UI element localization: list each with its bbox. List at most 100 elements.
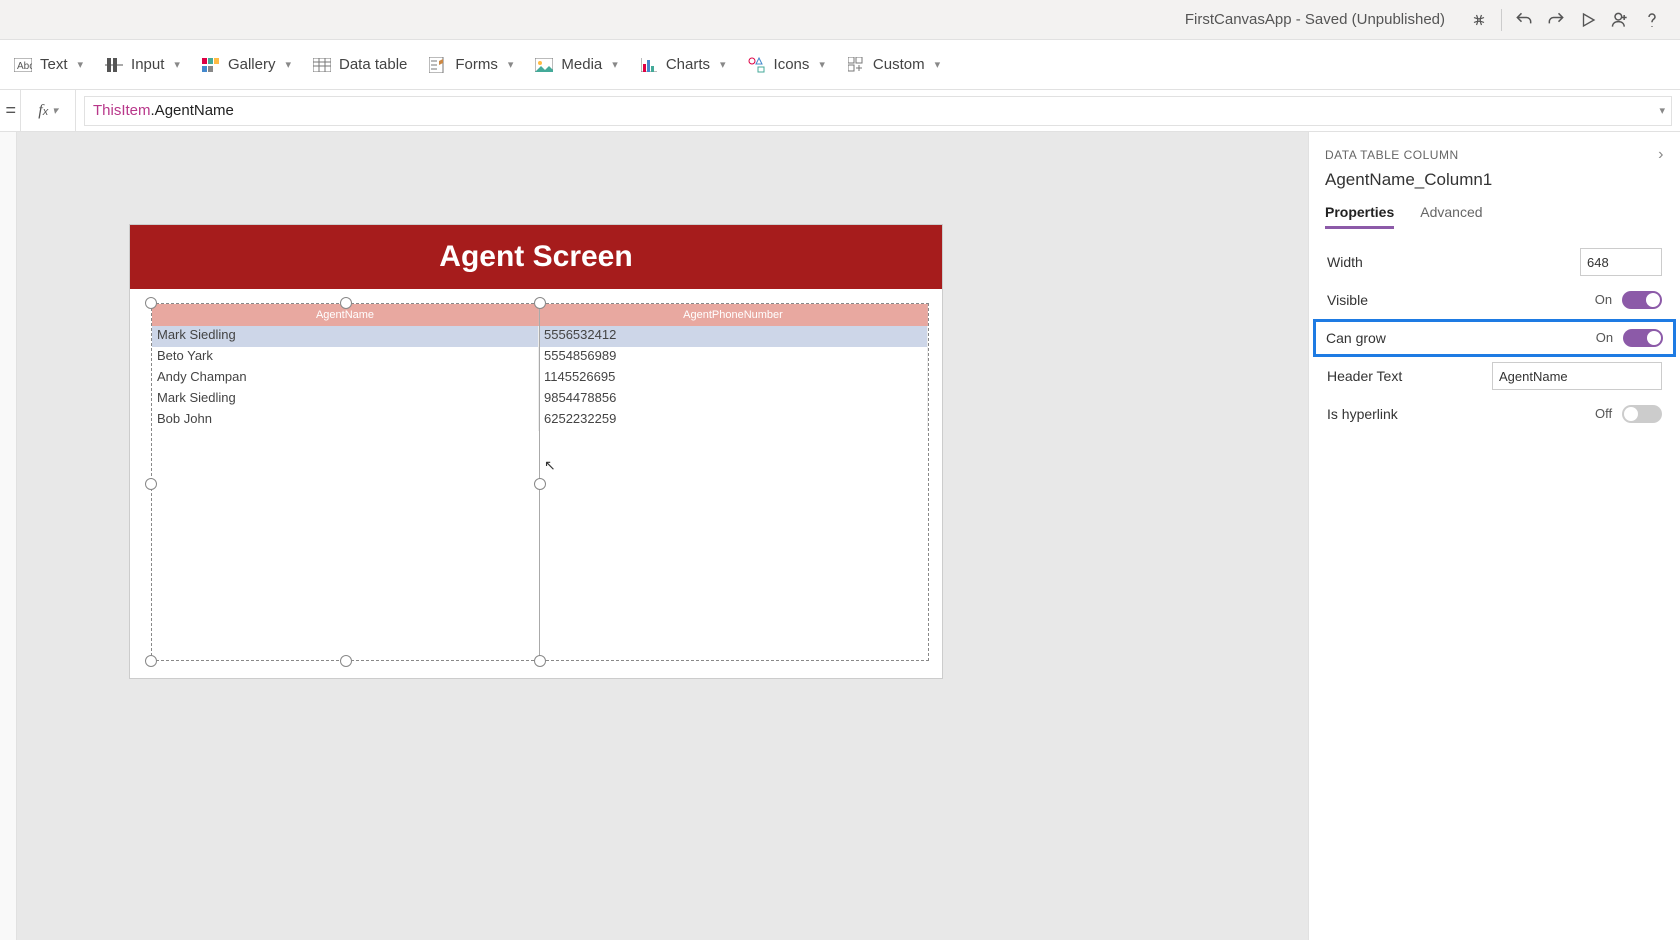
gallery-label: Gallery [228, 56, 276, 73]
resize-handle[interactable] [145, 478, 157, 490]
person-icon[interactable] [1604, 4, 1636, 36]
custom-icon [847, 56, 865, 74]
resize-handle[interactable] [534, 297, 546, 309]
play-icon[interactable] [1572, 4, 1604, 36]
forms-button[interactable]: Forms ▾ [429, 56, 513, 74]
redo-icon[interactable] [1540, 4, 1572, 36]
chevron-down-icon: ▾ [612, 58, 618, 71]
input-icon [105, 56, 123, 74]
custom-button[interactable]: Custom ▾ [847, 56, 940, 74]
table-row[interactable]: Bob John 6252232259 [152, 410, 928, 431]
gallery-button[interactable]: Gallery ▾ [202, 56, 291, 74]
table-row[interactable]: Mark Siedling 9854478856 [152, 389, 928, 410]
cangrow-label: Can grow [1326, 330, 1386, 346]
property-row-header-text: Header Text [1325, 357, 1664, 395]
column-header-agentphonenumber[interactable]: AgentPhoneNumber [539, 304, 928, 326]
custom-label: Custom [873, 56, 925, 73]
headertext-label: Header Text [1327, 368, 1402, 384]
fx-dropdown[interactable]: fx▾ [20, 90, 76, 131]
separator [1501, 9, 1502, 31]
resize-handle[interactable] [340, 297, 352, 309]
panel-tabs: Properties Advanced [1325, 204, 1664, 229]
tab-properties[interactable]: Properties [1325, 204, 1394, 229]
cangrow-state: On [1596, 330, 1613, 345]
cursor-icon: ↖ [544, 457, 556, 474]
forms-icon [429, 56, 447, 74]
insert-toolbar: Abc Text ▾ Input ▾ Gallery ▾ Data table … [0, 40, 1680, 90]
cell-phone: 9854478856 [539, 389, 928, 410]
cell-name: Andy Champan [152, 368, 539, 389]
cangrow-toggle[interactable] [1623, 329, 1663, 347]
equals-icon: = [0, 100, 20, 121]
data-table-control[interactable]: AgentName AgentPhoneNumber Mark Siedling… [151, 303, 929, 661]
resize-handle[interactable] [534, 655, 546, 667]
headertext-input[interactable] [1492, 362, 1662, 390]
table-row[interactable]: Andy Champan 1145526695 [152, 368, 928, 389]
cell-name: Bob John [152, 410, 539, 431]
media-label: Media [561, 56, 602, 73]
cell-phone: 1145526695 [539, 368, 928, 389]
undo-icon[interactable] [1508, 4, 1540, 36]
property-row-visible: Visible On [1325, 281, 1664, 319]
chevron-down-icon: ▾ [52, 104, 58, 117]
datatable-icon [313, 56, 331, 74]
width-input[interactable] [1580, 248, 1662, 276]
media-button[interactable]: Media ▾ [535, 56, 617, 74]
hyperlink-state: Off [1595, 406, 1612, 421]
chevron-right-icon[interactable]: › [1658, 146, 1664, 164]
input-button[interactable]: Input ▾ [105, 56, 180, 74]
formula-thisitem: ThisItem [93, 102, 151, 119]
control-name: AgentName_Column1 [1325, 170, 1664, 190]
left-rail [0, 132, 17, 940]
help-icon[interactable] [1636, 4, 1668, 36]
panel-category: DATA TABLE COLUMN › [1325, 146, 1664, 164]
app-title: FirstCanvasApp - Saved (Unpublished) [1185, 11, 1445, 28]
visible-toggle[interactable] [1622, 291, 1662, 309]
property-row-is-hyperlink: Is hyperlink Off [1325, 395, 1664, 433]
datatable-button[interactable]: Data table [313, 56, 407, 74]
icons-label: Icons [774, 56, 810, 73]
media-icon [535, 56, 553, 74]
canvas[interactable]: Agent Screen AgentName AgentPhoneNumber … [17, 132, 1308, 940]
chevron-down-icon: ▾ [935, 58, 941, 71]
cell-phone: 5554856989 [539, 347, 928, 368]
screen-title: Agent Screen [130, 225, 942, 289]
app-checker-icon[interactable] [1463, 4, 1495, 36]
chevron-down-icon: ▾ [819, 58, 825, 71]
charts-label: Charts [666, 56, 710, 73]
text-button[interactable]: Abc Text ▾ [14, 56, 83, 74]
text-label: Text [40, 56, 68, 73]
svg-text:Abc: Abc [17, 61, 32, 72]
charts-icon [640, 56, 658, 74]
visible-state: On [1595, 292, 1612, 307]
formula-bar: = fx▾ ThisItem.AgentName ▾ [0, 90, 1680, 132]
tab-advanced[interactable]: Advanced [1420, 204, 1482, 229]
chevron-down-icon: ▾ [285, 58, 291, 71]
chevron-down-icon: ▾ [174, 58, 180, 71]
forms-label: Forms [455, 56, 498, 73]
property-row-width: Width [1325, 243, 1664, 281]
resize-handle[interactable] [145, 655, 157, 667]
table-row[interactable]: Mark Siedling 5556532412 [152, 326, 928, 347]
formula-input[interactable]: ThisItem.AgentName ▾ [84, 96, 1672, 126]
chevron-down-icon[interactable]: ▾ [1659, 104, 1665, 117]
resize-handle[interactable] [145, 297, 157, 309]
table-row[interactable]: Beto Yark 5554856989 [152, 347, 928, 368]
gallery-icon [202, 56, 220, 74]
charts-button[interactable]: Charts ▾ [640, 56, 726, 74]
resize-handle[interactable] [534, 478, 546, 490]
property-row-can-grow: Can grow On [1313, 319, 1676, 357]
cell-name: Mark Siedling [152, 326, 539, 347]
datatable-label: Data table [339, 56, 407, 73]
formula-prop: .AgentName [151, 102, 234, 119]
text-icon: Abc [14, 56, 32, 74]
properties-panel: DATA TABLE COLUMN › AgentName_Column1 Pr… [1308, 132, 1680, 940]
resize-handle[interactable] [340, 655, 352, 667]
chevron-down-icon: ▾ [78, 58, 84, 71]
icons-icon [748, 56, 766, 74]
icons-button[interactable]: Icons ▾ [748, 56, 825, 74]
visible-label: Visible [1327, 292, 1368, 308]
chevron-down-icon: ▾ [508, 58, 514, 71]
hyperlink-label: Is hyperlink [1327, 406, 1398, 422]
hyperlink-toggle[interactable] [1622, 405, 1662, 423]
